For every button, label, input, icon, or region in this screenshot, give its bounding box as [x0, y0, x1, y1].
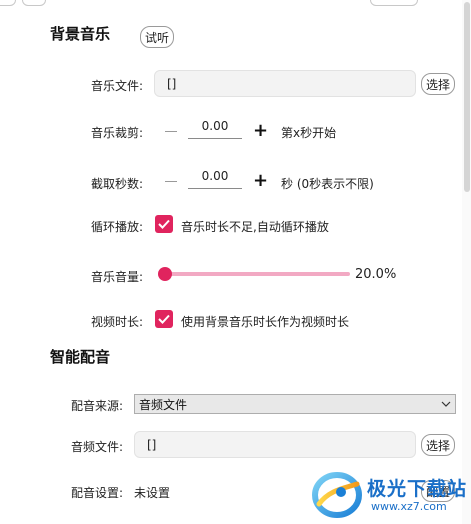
volume-label: 音乐音量:	[91, 270, 144, 284]
chevron-down-icon	[441, 401, 451, 407]
music-file-input[interactable]: []	[154, 70, 416, 97]
dubbing-source-select[interactable]: 音频文件	[134, 394, 456, 414]
music-file-select-button[interactable]: 选择	[421, 73, 455, 95]
checkmark-icon	[158, 314, 170, 324]
loop-text: 音乐时长不足,自动循环播放	[181, 220, 329, 234]
top-tab-left-2[interactable]	[22, 0, 46, 6]
dubbing-source-selected: 音频文件	[139, 397, 188, 412]
dubbing-settings-label: 配音设置:	[71, 486, 124, 500]
trim-minus-button[interactable]	[165, 131, 177, 132]
audio-file-select-button[interactable]: 选择	[421, 434, 455, 456]
top-tab-right[interactable]	[370, 0, 418, 6]
video-duration-text: 使用背景音乐时长作为视频时长	[181, 315, 350, 329]
loop-label: 循环播放:	[91, 220, 144, 234]
audio-file-label: 音频文件:	[71, 440, 124, 454]
volume-slider-track[interactable]	[160, 272, 350, 276]
cut-seconds-plus-button[interactable]: +	[253, 172, 268, 190]
cut-seconds-label: 截取秒数:	[91, 177, 144, 191]
smart-dubbing-title: 智能配音	[50, 348, 111, 366]
cut-seconds-minus-button[interactable]	[165, 181, 177, 182]
volume-value: 20.0%	[355, 267, 397, 282]
video-duration-label: 视频时长:	[91, 315, 144, 329]
trim-suffix: 第x秒开始	[281, 126, 337, 140]
watermark-text: 极光下载站	[367, 478, 468, 500]
watermark-url: www.xz7.com	[371, 500, 447, 513]
video-duration-checkbox[interactable]	[155, 310, 173, 328]
cut-seconds-suffix: 秒 (0秒表示不限)	[281, 177, 374, 191]
checkmark-icon	[158, 219, 170, 229]
top-tab-left-1[interactable]	[0, 0, 16, 6]
scrollbar-thumb[interactable]	[464, 2, 470, 192]
trim-plus-button[interactable]: +	[253, 122, 268, 140]
trim-label: 音乐裁剪:	[91, 126, 144, 140]
music-file-label: 音乐文件:	[91, 79, 144, 93]
volume-slider-thumb[interactable]	[158, 267, 172, 281]
cut-seconds-input[interactable]: 0.00	[188, 167, 242, 189]
audio-file-input[interactable]: []	[134, 431, 416, 458]
watermark-swirl-icon	[312, 472, 362, 518]
background-music-title: 背景音乐	[50, 25, 111, 43]
dubbing-settings-value: 未设置	[134, 486, 171, 500]
loop-checkbox[interactable]	[155, 215, 173, 233]
watermark-logo: 极光下载站 www.xz7.com	[309, 466, 469, 521]
preview-button[interactable]: 试听	[140, 26, 174, 48]
trim-input[interactable]: 0.00	[188, 117, 242, 139]
dubbing-source-label: 配音来源:	[71, 399, 124, 413]
